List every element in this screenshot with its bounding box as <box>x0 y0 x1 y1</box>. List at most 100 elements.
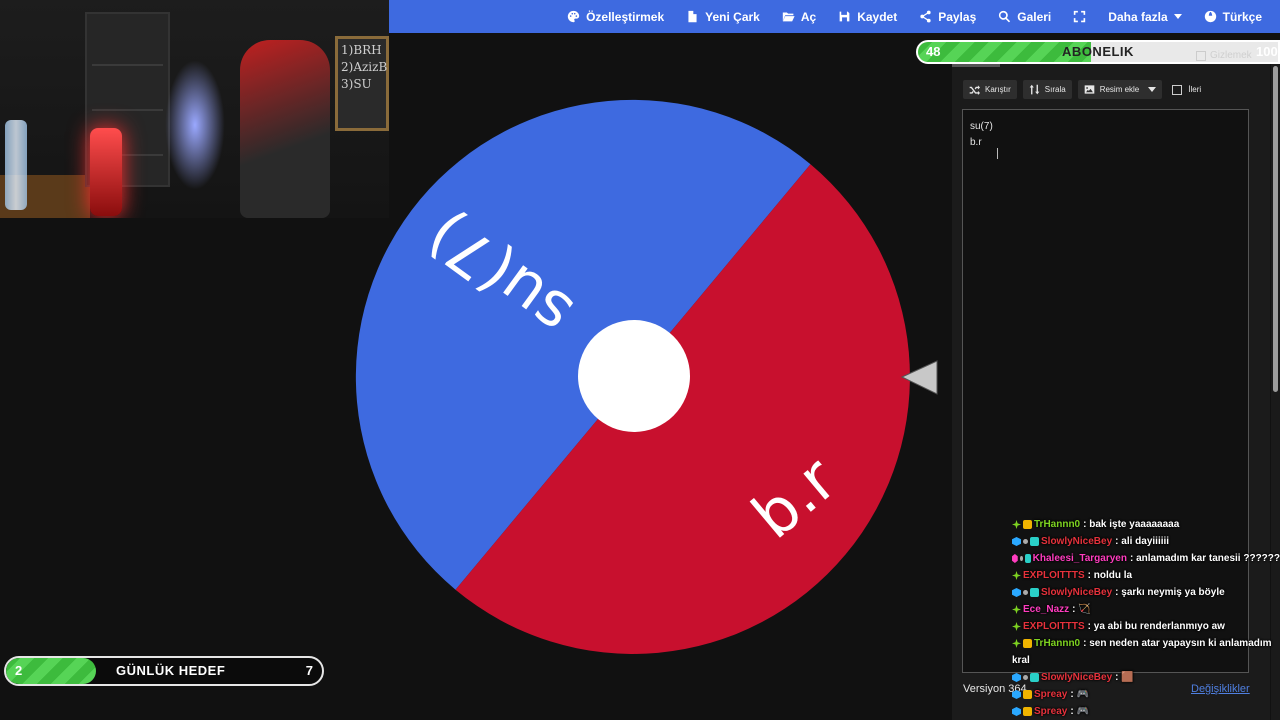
chat-username: Spreay <box>1034 689 1068 700</box>
chat-badge-icon <box>1019 556 1023 561</box>
webcam-lamp <box>90 128 122 216</box>
chat-username: TrHannn0 <box>1034 638 1081 649</box>
chat-badge-icon <box>1023 675 1028 680</box>
chat-text: : ali dayiiiiii <box>1115 536 1170 547</box>
nav-customize-label: Özelleştirmek <box>586 9 665 24</box>
search-icon <box>999 10 1011 23</box>
palette-icon <box>567 10 580 23</box>
chat-badge-icon <box>1012 520 1021 529</box>
folder-open-icon <box>782 12 795 22</box>
hide-checkbox[interactable] <box>1196 50 1206 61</box>
chat-badge-icon <box>1012 707 1021 716</box>
hide-label: Gizlemek <box>1210 50 1252 61</box>
nav-open[interactable]: Aç <box>782 10 816 24</box>
text-cursor-icon <box>997 148 1003 159</box>
nav-open-label: Aç <box>800 9 817 24</box>
chat-badge-icon <box>1023 707 1032 716</box>
nav-share[interactable]: Paylaş <box>919 10 976 24</box>
nav-gallery[interactable]: Galeri <box>998 10 1051 24</box>
panel-tab-indicator <box>952 64 1000 67</box>
chat-message: Spreay: 🎮 <box>1012 686 1280 703</box>
chat-badge-icon <box>1012 571 1021 580</box>
webcam-chair <box>240 40 330 218</box>
chat-username: Ece_Nazz <box>1023 604 1070 615</box>
add-image-button[interactable]: Resim ekle <box>1077 80 1163 99</box>
chat-badge-icon <box>1012 605 1021 614</box>
chat-username: SlowlyNiceBey <box>1041 587 1113 598</box>
file-icon <box>688 10 697 23</box>
nav-more[interactable]: Daha fazla <box>1108 9 1182 24</box>
spin-wheel[interactable]: su(7) b.r <box>352 96 914 658</box>
advanced-checkbox[interactable] <box>1172 84 1183 95</box>
chat-badge-icon <box>1012 622 1021 631</box>
globe-icon <box>1204 10 1216 23</box>
chat-badge-icon <box>1023 539 1028 544</box>
webcam-light <box>165 60 225 190</box>
chat-badge-icon <box>1030 588 1039 597</box>
chat-username: Khaleesi_Targaryen <box>1032 553 1127 564</box>
webcam-overlay: 1)BRH 2)AzizB 3)SU <box>0 0 389 218</box>
chat-message: EXPLOITTTS: ya abi bu renderlanmıyo aw <box>1012 618 1280 635</box>
nav-customize[interactable]: Özelleştirmek <box>567 10 664 24</box>
sort-button[interactable]: Sırala <box>1022 80 1072 99</box>
chat-badge-icon <box>1023 638 1032 648</box>
nav-more-label: Daha fazla <box>1108 9 1168 24</box>
chat-text: : 🎮 <box>1070 706 1089 717</box>
chat-username: SlowlyNiceBey <box>1041 672 1113 683</box>
nav-new-wheel[interactable]: Yeni Çark <box>686 10 760 24</box>
save-icon <box>839 11 850 22</box>
chat-badge-icon <box>1030 537 1039 546</box>
chat-message: EXPLOITTTS: noldu la <box>1012 567 1280 584</box>
nav-share-label: Paylaş <box>938 9 977 24</box>
image-icon <box>1084 85 1094 94</box>
chat-badge-icon <box>1023 520 1032 529</box>
chat-text: : noldu la <box>1087 570 1133 581</box>
chat-overlay: TrHannn0: bak işte yaaaaaaaa SlowlyNiceBe… <box>1012 516 1280 720</box>
daily-goal-max: 7 <box>305 663 313 678</box>
chat-text: : şarkı neymiş ya böyle <box>1115 587 1225 598</box>
chat-message: SlowlyNiceBey: ali dayiiiiii <box>1012 533 1280 550</box>
nav-save-label: Kaydet <box>857 9 898 24</box>
chat-message: Khaleesi_Targaryen: anlamadım kar tanesi… <box>1012 550 1280 567</box>
sort-label: Sırala <box>1044 85 1066 94</box>
entries-toolbar: Karıştır Sırala Resim ekle İleri <box>963 80 1201 99</box>
advanced-label: İleri <box>1188 85 1202 94</box>
daily-goal-bar: 2 GÜNLÜK HEDEF 7 <box>4 656 324 686</box>
chat-username: Spreay <box>1034 706 1068 717</box>
advanced-toggle[interactable]: İleri <box>1172 84 1202 95</box>
chat-badge-icon <box>1012 537 1021 546</box>
chat-badge-icon <box>1012 588 1021 597</box>
hide-toggle[interactable]: Gizlemek <box>1196 50 1252 61</box>
chat-badge-icon <box>1023 690 1032 699</box>
chat-username: SlowlyNiceBey <box>1041 536 1113 547</box>
chat-username: EXPLOITTTS <box>1023 621 1085 632</box>
nav-language-label: Türkçe <box>1222 9 1262 24</box>
app-root: 1)BRH 2)AzizB 3)SU Özelleştirmek Yeni Ça… <box>0 0 1280 720</box>
chat-username: TrHannn0 <box>1034 519 1081 530</box>
entry-line: b.r <box>970 137 982 148</box>
chat-message: SlowlyNiceBey: 🟫 <box>1012 669 1280 686</box>
chevron-down-icon <box>1173 14 1182 19</box>
nav-fullscreen[interactable] <box>1073 10 1086 23</box>
wheel-hub[interactable] <box>578 320 690 432</box>
chat-text: : 🏹 <box>1072 604 1091 615</box>
chat-text: : 🎮 <box>1070 689 1089 700</box>
chevron-down-icon <box>1148 87 1157 92</box>
chat-badge-icon <box>1012 673 1021 682</box>
chat-text: : 🟫 <box>1115 672 1134 683</box>
chat-badge-icon <box>1012 638 1021 648</box>
nav-language[interactable]: Türkçe <box>1204 10 1262 24</box>
webcam-bottle <box>5 120 27 210</box>
scrollbar-thumb[interactable] <box>1273 66 1278 392</box>
daily-goal-label: GÜNLÜK HEDEF <box>116 663 226 678</box>
shuffle-button[interactable]: Karıştır <box>963 80 1017 99</box>
add-image-label: Resim ekle <box>1099 85 1140 94</box>
chat-message: TrHannn0: sen neden atar yapaysın ki anl… <box>1012 635 1280 669</box>
daily-goal-current: 2 <box>15 663 23 678</box>
chat-badge-icon <box>1023 590 1028 595</box>
chat-message: Spreay: 🎮 <box>1012 703 1280 720</box>
nav-save[interactable]: Kaydet <box>838 10 897 24</box>
chat-message: TrHannn0: bak işte yaaaaaaaa <box>1012 516 1280 533</box>
chat-text: : bak işte yaaaaaaaa <box>1083 519 1180 530</box>
chat-username: EXPLOITTTS <box>1023 570 1085 581</box>
